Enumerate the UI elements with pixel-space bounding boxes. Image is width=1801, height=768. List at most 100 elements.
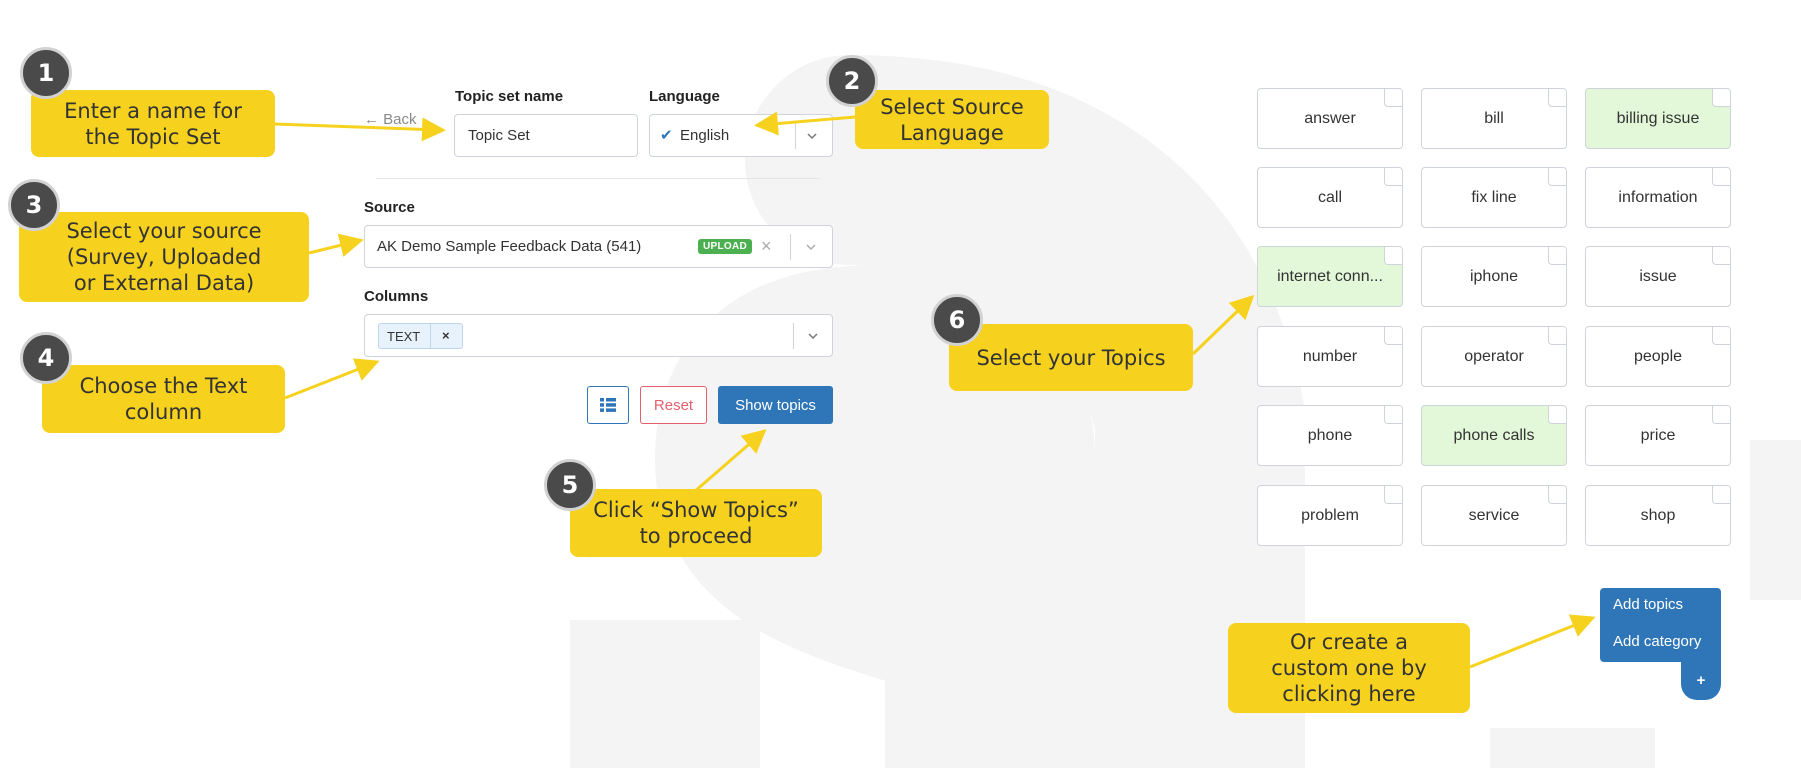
chevron-down-icon[interactable] (807, 131, 817, 141)
upload-badge: UPLOAD (698, 239, 753, 254)
list-view-button[interactable] (587, 386, 629, 424)
callout-5-line-1: Click “Show Topics” (593, 498, 799, 522)
columns-select-separator (793, 323, 794, 349)
callout-6-line-1: Select your Topics (976, 345, 1166, 370)
folded-corner-icon (1712, 406, 1730, 424)
callout-2-line-2: Language (900, 120, 1004, 145)
callout-3-line-1: Select your source (66, 219, 262, 243)
chevron-down-icon[interactable] (808, 331, 818, 341)
callout-5-line-2: to proceed (639, 524, 753, 548)
topic-tile[interactable]: service (1421, 485, 1567, 546)
language-select[interactable]: ✔ English (649, 114, 833, 157)
callout-3-line-2: (Survey, Uploaded (66, 245, 262, 269)
columns-select[interactable]: TEXT × (364, 314, 833, 357)
callout-7-line-2: custom one by (1271, 656, 1427, 680)
folded-corner-icon (1384, 89, 1402, 107)
source-select[interactable]: AK Demo Sample Feedback Data (541) UPLOA… (364, 225, 833, 268)
topic-tile[interactable]: phone calls (1421, 405, 1567, 466)
topic-tile[interactable]: bill (1421, 88, 1567, 149)
topic-tile[interactable]: shop (1585, 485, 1731, 546)
topic-tile[interactable]: phone (1257, 405, 1403, 466)
topic-tile[interactable]: call (1257, 167, 1403, 228)
topic-label: people (1633, 347, 1683, 365)
topic-tile[interactable]: number (1257, 326, 1403, 387)
topic-tile[interactable]: internet conn... (1257, 246, 1403, 307)
callout-4-line-2: column (124, 400, 203, 424)
callout-7-line-1: Or create a (1289, 630, 1409, 654)
callout-3: Select your source (Survey, Uploaded or Ex… (19, 212, 309, 302)
folded-corner-icon (1712, 486, 1730, 504)
callout-7: Or create a custom one by clicking here (1228, 623, 1470, 713)
list-icon (600, 398, 616, 412)
folded-corner-icon (1712, 168, 1730, 186)
step-6-badge: 6 (931, 294, 983, 346)
topic-label: billing issue (1616, 109, 1700, 127)
callout-6: Select your Topics (949, 324, 1193, 391)
clear-source-icon[interactable]: × (761, 236, 772, 257)
topic-tile[interactable]: issue (1585, 246, 1731, 307)
source-label: Source (364, 199, 415, 216)
callout-1: Enter a name for the Topic Set (31, 90, 275, 157)
folded-corner-icon (1384, 486, 1402, 504)
step-5-badge: 5 (544, 459, 596, 511)
topic-tile[interactable]: information (1585, 167, 1731, 228)
topic-set-name-input[interactable]: Topic Set (454, 114, 638, 157)
topic-label: call (1317, 188, 1342, 206)
topic-tile[interactable]: price (1585, 405, 1731, 466)
chevron-down-icon[interactable] (806, 242, 816, 252)
topic-label: problem (1301, 506, 1359, 524)
form-divider (376, 178, 820, 179)
add-category-item[interactable]: Add category (1613, 633, 1701, 650)
topic-tile[interactable]: people (1585, 326, 1731, 387)
topic-tile[interactable]: operator (1421, 326, 1567, 387)
topic-label: iphone (1469, 267, 1519, 285)
topic-label: bill (1484, 109, 1504, 127)
reset-button[interactable]: Reset (640, 386, 707, 424)
callout-3-line-3: or External Data) (73, 271, 255, 295)
topic-label: price (1640, 426, 1676, 444)
folded-corner-icon (1712, 247, 1730, 265)
arrow-left-icon: ← (364, 111, 379, 128)
step-2-badge: 2 (826, 55, 878, 107)
topic-tile[interactable]: problem (1257, 485, 1403, 546)
add-menu-toggle[interactable]: + (1681, 660, 1721, 700)
topic-label: fix line (1471, 188, 1517, 206)
callout-2: Select Source Language (855, 90, 1049, 149)
back-link[interactable]: ← Back (364, 111, 417, 128)
topic-tile[interactable]: iphone (1421, 246, 1567, 307)
topic-label: phone calls (1453, 426, 1535, 444)
callout-2-line-1: Select Source (880, 94, 1024, 119)
topic-label: information (1618, 188, 1698, 206)
source-value: AK Demo Sample Feedback Data (541) (377, 238, 642, 255)
remove-chip-icon[interactable]: × (442, 328, 450, 343)
callout-1-line-1: Enter a name for (64, 98, 242, 123)
language-value: English (680, 127, 730, 144)
topic-tile[interactable]: fix line (1421, 167, 1567, 228)
column-chip-label: TEXT (387, 329, 421, 344)
language-select-separator (795, 123, 796, 149)
add-menu: Add topics Add category (1600, 588, 1721, 662)
show-topics-button[interactable]: Show topics (718, 386, 833, 424)
folded-corner-icon (1548, 327, 1566, 345)
topic-label: internet conn... (1277, 267, 1383, 285)
callout-4: Choose the Text column (42, 365, 285, 433)
folded-corner-icon (1548, 486, 1566, 504)
topic-label: number (1302, 347, 1358, 365)
topic-tile[interactable]: billing issue (1585, 88, 1731, 149)
topic-label: operator (1464, 347, 1524, 365)
add-topics-item[interactable]: Add topics (1613, 596, 1683, 613)
step-3-badge: 3 (8, 179, 60, 231)
source-select-separator (790, 234, 791, 260)
topic-label: issue (1639, 267, 1677, 285)
topic-set-name-value: Topic Set (468, 127, 530, 144)
folded-corner-icon (1548, 89, 1566, 107)
folded-corner-icon (1548, 406, 1566, 424)
folded-corner-icon (1548, 247, 1566, 265)
back-label: Back (383, 111, 417, 128)
topic-label: service (1468, 506, 1520, 524)
topic-label: shop (1640, 506, 1676, 524)
column-chip: TEXT × (378, 323, 463, 349)
folded-corner-icon (1384, 327, 1402, 345)
step-1-badge: 1 (20, 47, 72, 99)
topic-tile[interactable]: answer (1257, 88, 1403, 149)
